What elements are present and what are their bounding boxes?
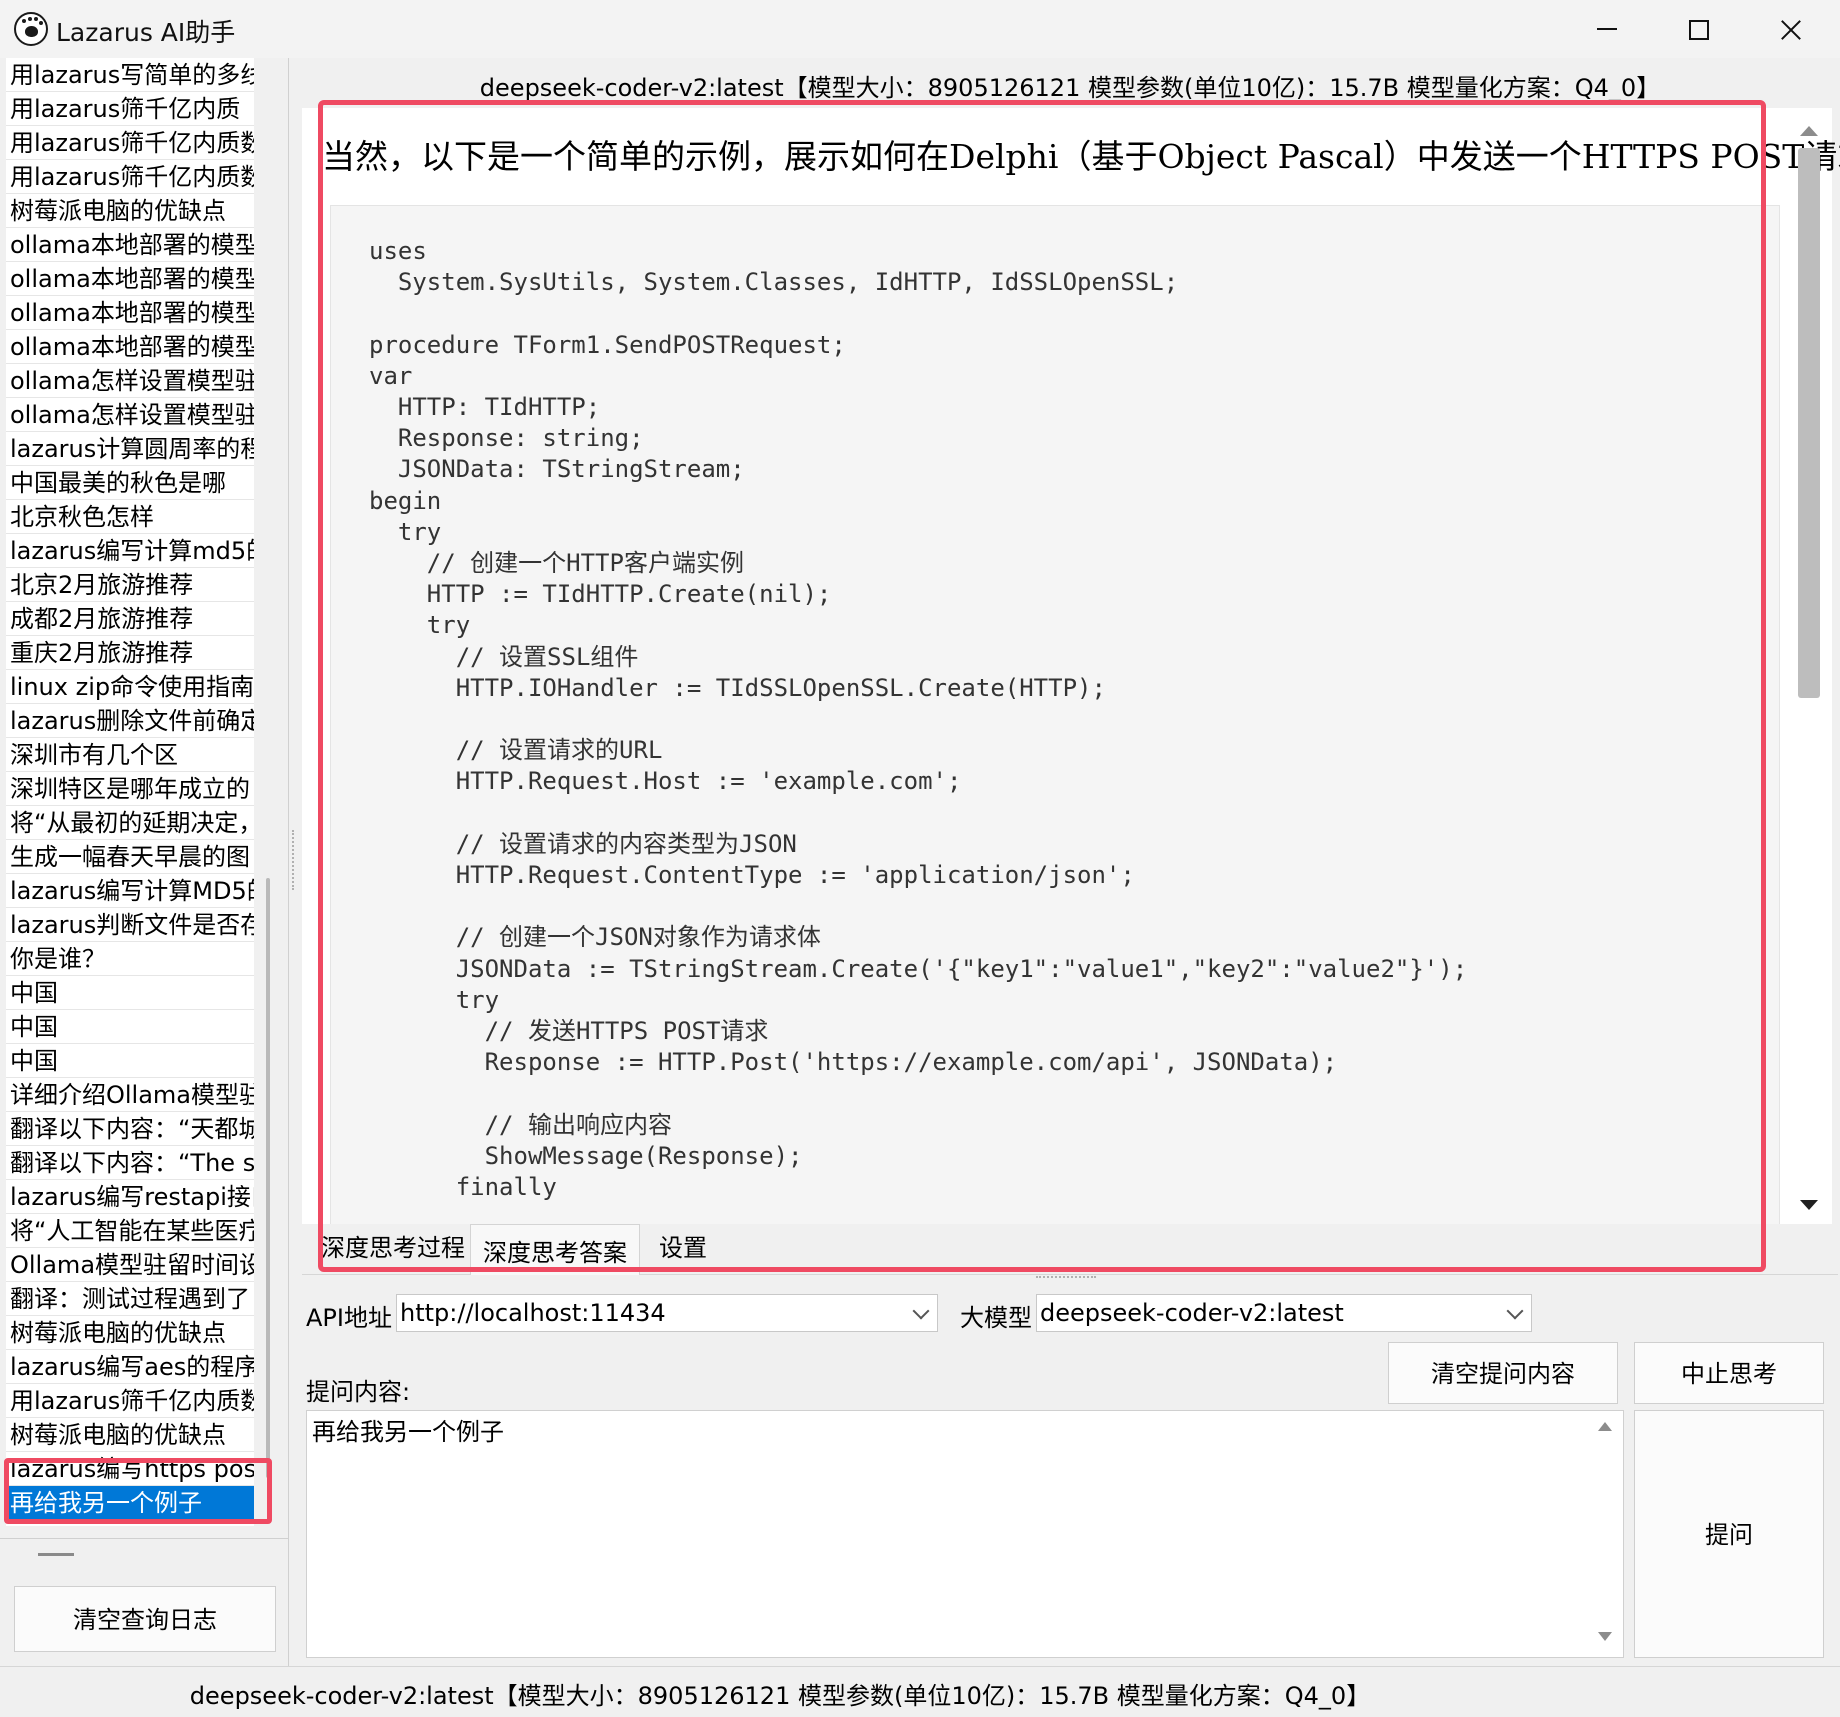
horizontal-splitter[interactable] [1036,1276,1096,1281]
history-item[interactable]: lazarus编写aes的程序 [6,1350,254,1384]
history-item[interactable]: 用lazarus写简单的多线程 [6,58,254,92]
clear-log-button[interactable]: 清空查询日志 [14,1586,276,1652]
model-select[interactable]: deepseek-coder-v2:latest [1036,1294,1532,1332]
history-item[interactable]: 成都2月旅游推荐 [6,602,254,636]
history-item[interactable]: 树莓派电脑的优缺点 [6,194,254,228]
title-bar: Lazarus AI助手 [0,0,1840,58]
history-item[interactable]: ollama怎样设置模型驻留 [6,398,254,432]
history-item[interactable]: 用lazarus筛千亿内质数 [6,126,254,160]
model-value: deepseek-coder-v2:latest [1040,1299,1344,1327]
chevron-down-icon [912,1302,930,1320]
history-item[interactable]: 深圳特区是哪年成立的 [6,772,254,806]
stop-thinking-button[interactable]: 中止思考 [1634,1342,1824,1404]
minimize-button[interactable] [1560,0,1652,58]
vertical-splitter[interactable] [292,830,298,890]
history-list[interactable]: 用lazarus写简单的多线程用lazarus筛千亿内质用lazarus筛千亿内… [6,58,254,1526]
history-item[interactable]: lazarus编写计算MD5的 [6,874,254,908]
question-label: 提问内容: [306,1378,411,1406]
history-item[interactable]: 深圳市有几个区 [6,738,254,772]
history-item[interactable]: linux zip命令使用指南 [6,670,254,704]
question-input[interactable] [306,1410,1624,1658]
history-item[interactable]: 中国 [6,1044,254,1078]
ask-button[interactable]: 提问 [1634,1410,1824,1658]
question-input-value[interactable]: 再给我另一个例子 [312,1412,504,1447]
history-item[interactable]: ollama本地部署的模型之 [6,228,254,262]
history-item[interactable]: ollama本地部署的模型之 [6,296,254,330]
model-info-header: deepseek-coder-v2:latest【模型大小：8905126121… [479,74,1661,102]
maximize-button[interactable] [1652,0,1744,58]
history-item[interactable]: 详细介绍Ollama模型驻 [6,1078,254,1112]
scroll-down-arrow-icon[interactable] [1598,1632,1612,1641]
status-model-info: deepseek-coder-v2:latest【模型大小：8905126121… [189,1682,1371,1710]
answer-scroll-thumb[interactable] [1798,148,1820,698]
history-item[interactable]: 重庆2月旅游推荐 [6,636,254,670]
history-item[interactable]: 中国 [6,1010,254,1044]
history-item[interactable]: 用lazarus筛千亿内质数 [6,1384,254,1418]
history-item[interactable]: ollama怎样设置模型驻留 [6,364,254,398]
history-item[interactable]: 翻译以下内容：“天都城 [6,1112,254,1146]
minimize-icon [1597,28,1617,30]
history-item[interactable]: 中国 [6,976,254,1010]
answer-highlight-box [318,100,1766,1272]
history-item[interactable]: lazarus计算圆周率的程 [6,432,254,466]
app-window: Lazarus AI助手 用lazarus写简单的多线程用lazarus筛千亿内… [0,0,1840,1717]
history-item[interactable]: 用lazarus筛千亿内质数 [6,160,254,194]
splitter-grip-icon[interactable] [38,1553,74,1556]
clear-question-button[interactable]: 清空提问内容 [1388,1342,1618,1404]
scroll-up-arrow-icon[interactable] [1598,1422,1612,1431]
history-item[interactable]: 北京2月旅游推荐 [6,568,254,602]
history-item[interactable]: ollama本地部署的模型之 [6,330,254,364]
paw-app-icon [14,12,48,46]
history-item[interactable]: lazarus编写restapi接口 [6,1180,254,1214]
history-item[interactable]: 树莓派电脑的优缺点 [6,1316,254,1350]
scroll-up-arrow-icon[interactable] [1800,126,1818,136]
history-item[interactable]: 北京秋色怎样 [6,500,254,534]
chevron-down-icon [1506,1302,1524,1320]
history-item[interactable]: 你是谁？ [6,942,254,976]
model-label: 大模型 [960,1304,1032,1332]
history-item[interactable]: 用lazarus筛千亿内质 [6,92,254,126]
history-item[interactable]: lazarus判断文件是否存 [6,908,254,942]
history-item[interactable]: Ollama模型驻留时间设 [6,1248,254,1282]
api-address-select[interactable]: http://localhost:11434 [396,1294,938,1332]
window-title: Lazarus AI助手 [56,18,236,47]
history-item[interactable]: lazarus删除文件前确定 [6,704,254,738]
history-item[interactable]: 树莓派电脑的优缺点 [6,1418,254,1452]
api-label: API地址 [306,1304,392,1332]
history-scrollbar[interactable] [266,878,270,1478]
history-item[interactable]: 翻译以下内容：“The sh [6,1146,254,1180]
history-item[interactable]: 生成一幅春天早晨的图 [6,840,254,874]
history-item[interactable]: ollama本地部署的模型之 [6,262,254,296]
close-button[interactable] [1744,0,1836,58]
history-item[interactable]: 中国最美的秋色是哪 [6,466,254,500]
history-item[interactable]: 将“人工智能在某些医疗 [6,1214,254,1248]
divider [0,1538,288,1539]
history-item[interactable]: 将“从最初的延期决定， [6,806,254,840]
scroll-down-arrow-icon[interactable] [1800,1200,1818,1210]
history-item[interactable]: lazarus编写计算md5的 [6,534,254,568]
maximize-icon [1689,20,1709,40]
api-address-value: http://localhost:11434 [400,1299,666,1327]
history-item[interactable]: 翻译：测试过程遇到了 [6,1282,254,1316]
selection-highlight-box [4,1458,272,1524]
